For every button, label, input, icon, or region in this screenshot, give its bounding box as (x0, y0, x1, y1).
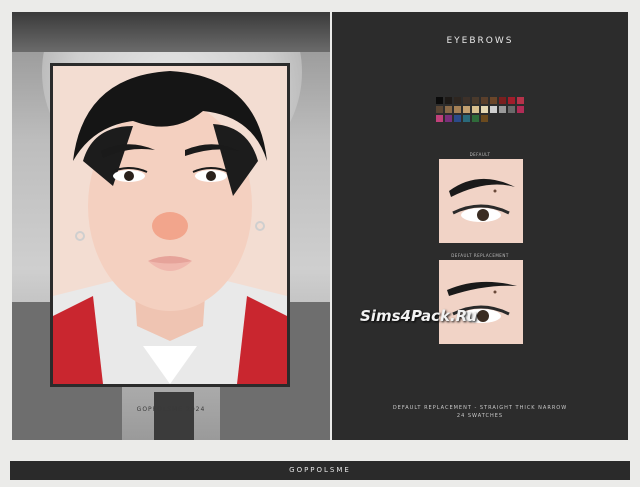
color-swatch[interactable] (463, 115, 470, 122)
color-swatch[interactable] (436, 97, 443, 104)
eyebrow-preview-replacement (439, 260, 523, 344)
color-swatch[interactable] (490, 97, 497, 104)
background-tie (154, 392, 194, 440)
color-swatch[interactable] (463, 106, 470, 113)
footer-label: GOPPOLSME (289, 466, 351, 474)
portrait-credit: GOPPOLSME 2024 (136, 406, 206, 413)
variant-label-replacement: DEFAULT REPLACEMENT (451, 253, 509, 258)
color-swatch[interactable] (463, 97, 470, 104)
panel-title: EYEBROWS (446, 36, 514, 46)
variant-label-default: DEFAULT (469, 152, 491, 157)
color-swatch[interactable] (517, 97, 524, 104)
eyebrow-preview-default (439, 159, 523, 243)
info-panel: EYEBROWS DEFAULT DEFAULT REPLACEMENT DEF… (332, 12, 628, 440)
color-swatch-grid (436, 97, 532, 122)
color-swatch[interactable] (508, 106, 515, 113)
watermark-text: Sims4Pack.Ru (360, 307, 478, 325)
background-hair (12, 12, 330, 52)
color-swatch[interactable] (454, 97, 461, 104)
color-swatch[interactable] (481, 106, 488, 113)
color-swatch[interactable] (472, 106, 479, 113)
color-swatch[interactable] (490, 106, 497, 113)
color-swatch[interactable] (436, 106, 443, 113)
color-swatch[interactable] (499, 97, 506, 104)
color-swatch[interactable] (499, 106, 506, 113)
description-line-1: DEFAULT REPLACEMENT - STRAIGHT THICK NAR… (392, 405, 568, 411)
color-swatch[interactable] (445, 97, 452, 104)
portrait-illustration (53, 66, 287, 384)
color-swatch[interactable] (508, 97, 515, 104)
color-swatch[interactable] (472, 115, 479, 122)
color-swatch[interactable] (481, 97, 488, 104)
color-swatch[interactable] (445, 115, 452, 122)
color-swatch[interactable] (517, 106, 524, 113)
description-line-2: 24 SWATCHES (456, 413, 504, 419)
color-swatch[interactable] (436, 115, 443, 122)
color-swatch[interactable] (454, 115, 461, 122)
portrait-image (50, 63, 290, 387)
color-swatch[interactable] (445, 106, 452, 113)
color-swatch[interactable] (481, 115, 488, 122)
color-swatch[interactable] (472, 97, 479, 104)
footer-bar: GOPPOLSME (10, 461, 630, 480)
color-swatch[interactable] (454, 106, 461, 113)
